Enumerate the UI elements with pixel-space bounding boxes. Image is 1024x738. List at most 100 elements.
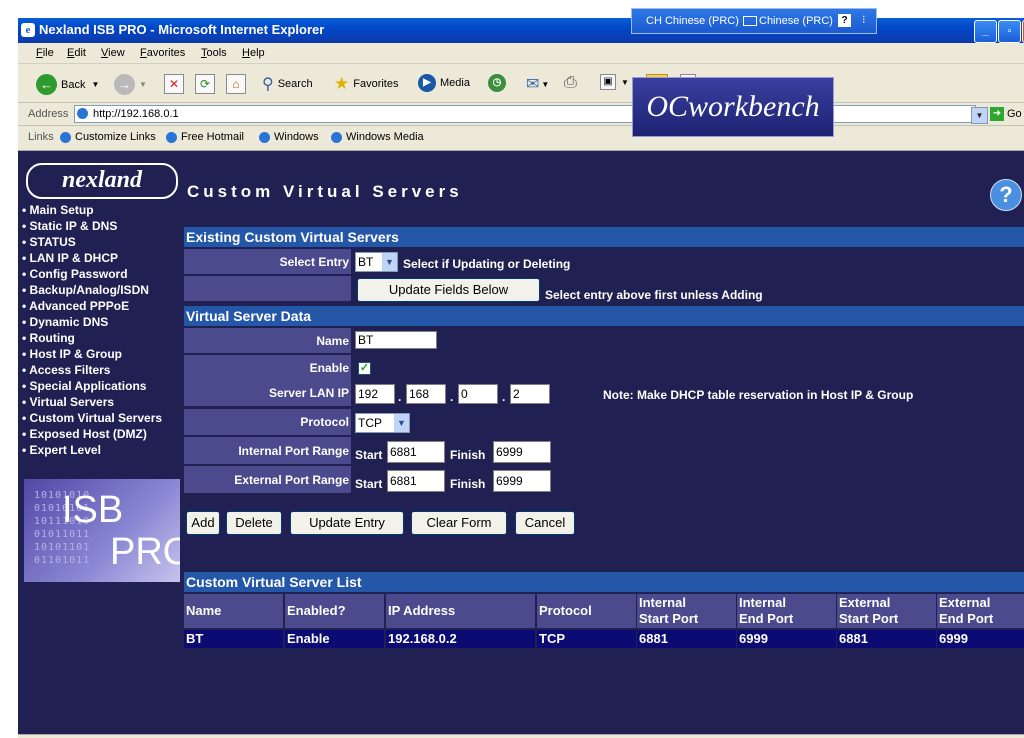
edit-button[interactable]: ▣ ▼ <box>600 74 629 90</box>
virtual-server-data-heading: Virtual Server Data <box>184 306 1024 326</box>
sidebar-item-lan-ip-dhcp[interactable]: LAN IP & DHCP <box>22 250 162 266</box>
sidebar-item-virtual-servers[interactable]: Virtual Servers <box>22 394 162 410</box>
search-icon: ⚲ <box>262 76 274 93</box>
sidebar-item-dynamic-dns[interactable]: Dynamic DNS <box>22 314 162 330</box>
col-protocol: Protocol <box>537 594 636 628</box>
sidebar-item-config-password[interactable]: Config Password <box>22 266 162 282</box>
update-fields-row: Update Fields Below Select entry above f… <box>184 276 1024 302</box>
address-input[interactable]: http://192.168.0.1 <box>74 105 976 123</box>
address-dropdown-icon[interactable]: ▼ <box>971 107 988 124</box>
sidebar-item-advanced-pppoe[interactable]: Advanced PPPoE <box>22 298 162 314</box>
sidebar-item-expert-level[interactable]: Expert Level <box>22 442 162 458</box>
link-windows[interactable]: Windows <box>259 131 319 143</box>
chevron-down-icon: ▼ <box>541 79 550 89</box>
internal-start-input[interactable]: 6881 <box>387 441 445 463</box>
sidebar-item-exposed-host[interactable]: Exposed Host (DMZ) <box>22 426 162 442</box>
favorites-label: Favorites <box>353 78 399 90</box>
link-free-hotmail[interactable]: Free Hotmail <box>166 131 244 143</box>
protocol-dropdown[interactable]: TCP ▼ <box>355 413 410 433</box>
isb-pro-logo: 10101010 01010101 10111010 01011011 10101101… <box>24 479 180 582</box>
external-start-label: Start <box>355 477 383 491</box>
sidebar-item-access-filters[interactable]: Access Filters <box>22 362 162 378</box>
print-button[interactable]: ⎙ <box>564 74 577 92</box>
chevron-down-icon: ▼ <box>394 414 409 432</box>
mail-button[interactable]: ✉ ▼ <box>526 74 549 94</box>
back-label: Back <box>61 78 86 91</box>
media-label: Media <box>440 77 470 89</box>
sidebar-item-status[interactable]: STATUS <box>22 234 162 250</box>
col-label-line1: Internal <box>739 595 786 610</box>
help-icon[interactable]: ? <box>838 14 851 27</box>
menu-view[interactable]: View <box>101 47 125 59</box>
sidebar-item-special-applications[interactable]: Special Applications <box>22 378 162 394</box>
sidebar-item-routing[interactable]: Routing <box>22 330 162 346</box>
select-entry-dropdown[interactable]: BT ▼ <box>355 252 398 272</box>
delete-button[interactable]: Delete <box>226 511 282 535</box>
table-cell-ip-address: 192.168.0.2 <box>386 630 535 648</box>
back-arrow-icon: ← <box>36 74 57 95</box>
address-label: Address <box>28 108 69 120</box>
nexland-logo[interactable]: nexland <box>26 163 178 199</box>
col-internal-start-label: Internal Start Port <box>639 595 698 627</box>
menu-help[interactable]: Help <box>242 47 265 59</box>
menu-edit[interactable]: Edit <box>67 47 86 59</box>
ip-octet-4-input[interactable]: 2 <box>510 384 550 404</box>
back-button[interactable]: ← Back ▼ <box>36 74 99 95</box>
col-external-start: External Start Port <box>837 594 936 628</box>
media-button[interactable]: ▶ Media <box>418 74 470 92</box>
history-button[interactable]: ◷ <box>488 74 506 92</box>
enable-checkbox[interactable]: ✓ <box>358 362 371 375</box>
isb-logo-text: ISB <box>62 489 124 531</box>
search-button[interactable]: ⚲ Search <box>262 74 313 94</box>
help-icon[interactable]: ? <box>990 179 1022 211</box>
col-enabled: Enabled? <box>285 594 384 628</box>
keyboard-layout[interactable]: Chinese (PRC) <box>759 15 833 27</box>
forward-button[interactable]: → ▼ <box>114 74 147 95</box>
ie-page-icon <box>166 131 177 143</box>
cancel-button[interactable]: Cancel <box>515 511 575 535</box>
menu-favorites[interactable]: Favorites <box>140 47 185 59</box>
external-start-input[interactable]: 6881 <box>387 470 445 492</box>
update-fields-button[interactable]: Update Fields Below <box>357 278 540 302</box>
maximize-button[interactable]: ▫ <box>998 20 1021 43</box>
select-entry-label: Select Entry <box>184 249 352 275</box>
add-button[interactable]: Add <box>186 511 220 535</box>
external-finish-label: Finish <box>450 477 486 491</box>
name-input[interactable]: BT <box>355 331 437 349</box>
col-ip-address: IP Address <box>386 594 535 628</box>
refresh-button[interactable]: ⟳ <box>195 74 215 94</box>
sidebar-item-main-setup[interactable]: Main Setup <box>22 202 162 218</box>
menu-bar: File Edit View Favorites Tools Help ⚑ <box>18 43 1024 87</box>
internal-finish-input[interactable]: 6999 <box>493 441 551 463</box>
ip-octet-1-input[interactable]: 192 <box>355 384 395 404</box>
stop-button[interactable]: ✕ <box>164 74 184 94</box>
ip-octet-2-input[interactable]: 168 <box>406 384 446 404</box>
update-entry-button[interactable]: Update Entry <box>290 511 404 535</box>
menu-file[interactable]: File <box>36 47 54 59</box>
table-cell-enabled: Enable <box>285 630 384 648</box>
favorites-button[interactable]: ★ Favorites <box>334 74 399 94</box>
menu-tools[interactable]: Tools <box>201 47 227 59</box>
sidebar-item-custom-virtual-servers[interactable]: Custom Virtual Servers <box>22 410 163 426</box>
link-customize-links[interactable]: Customize Links <box>60 131 156 143</box>
forward-arrow-icon: → <box>114 74 135 95</box>
external-finish-input[interactable]: 6999 <box>493 470 551 492</box>
name-label: Name <box>184 328 352 354</box>
sidebar-item-host-ip-group[interactable]: Host IP & Group <box>22 346 162 362</box>
chevron-down-icon: ▼ <box>139 80 147 89</box>
links-bar: Links Customize Links Free Hotmail Windo… <box>18 126 1024 151</box>
input-language[interactable]: CH Chinese (PRC) <box>646 15 739 27</box>
sidebar-item-backup-analog-isdn[interactable]: Backup/Analog/ISDN <box>22 282 162 298</box>
minimize-button[interactable]: _ <box>974 20 997 43</box>
go-button[interactable]: ➜ Go <box>990 107 1022 121</box>
print-icon: ⎙ <box>564 74 577 91</box>
page-icon <box>77 108 88 119</box>
home-button[interactable]: ⌂ <box>226 74 246 94</box>
ip-octet-3-input[interactable]: 0 <box>458 384 498 404</box>
link-windows-media[interactable]: Windows Media <box>331 131 424 143</box>
window-title: Nexland ISB PRO - Microsoft Internet Exp… <box>39 22 325 37</box>
options-icon[interactable]: ⁝ <box>862 13 866 26</box>
clear-form-button[interactable]: Clear Form <box>411 511 507 535</box>
sidebar-item-static-ip-dns[interactable]: Static IP & DNS <box>22 218 162 234</box>
language-bar: CH Chinese (PRC) Chinese (PRC) ? ⁝ <box>631 8 877 34</box>
